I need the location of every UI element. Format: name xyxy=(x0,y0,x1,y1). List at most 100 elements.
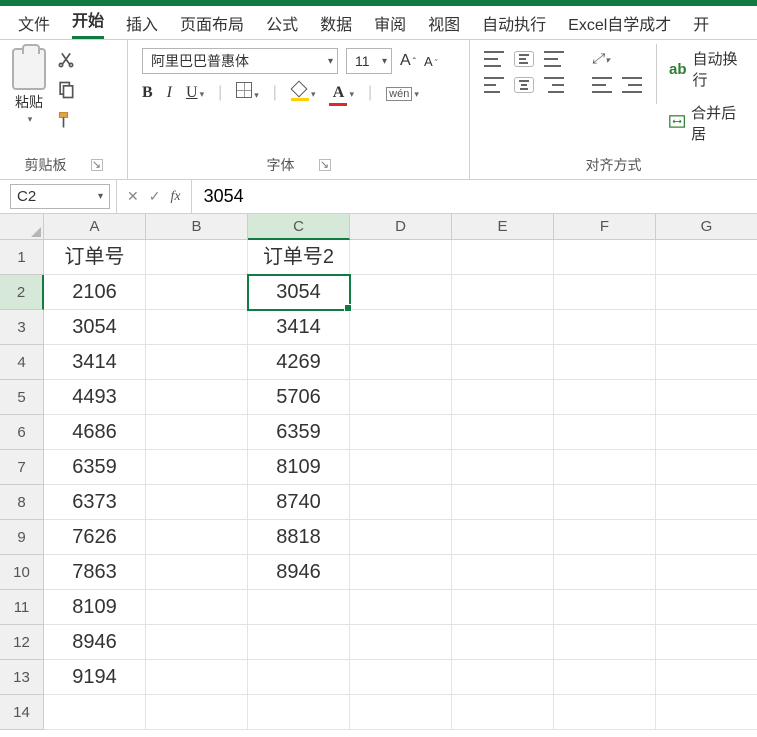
cell[interactable] xyxy=(656,695,757,730)
tab-review[interactable]: 审阅 xyxy=(374,11,406,35)
cell[interactable] xyxy=(350,310,452,345)
border-button[interactable]: ▾ xyxy=(236,82,259,103)
column-header[interactable]: A xyxy=(44,214,146,240)
cell[interactable]: 8818 xyxy=(248,520,350,555)
cell[interactable]: 8740 xyxy=(248,485,350,520)
cell[interactable]: 7626 xyxy=(44,520,146,555)
cell[interactable] xyxy=(350,520,452,555)
cell[interactable]: 6373 xyxy=(44,485,146,520)
cell[interactable] xyxy=(452,520,554,555)
cell[interactable]: 订单号 xyxy=(44,240,146,275)
cell[interactable] xyxy=(350,240,452,275)
cell[interactable] xyxy=(248,625,350,660)
cell[interactable] xyxy=(146,345,248,380)
cell[interactable] xyxy=(452,240,554,275)
enter-formula-button[interactable]: ✓ xyxy=(149,188,161,205)
clipboard-dialog-launcher[interactable]: ↘ xyxy=(91,159,103,171)
cell[interactable]: 8109 xyxy=(44,590,146,625)
cell[interactable] xyxy=(248,590,350,625)
row-header[interactable]: 13 xyxy=(0,660,44,695)
formula-input[interactable] xyxy=(192,180,757,213)
cell[interactable] xyxy=(554,275,656,310)
cell[interactable] xyxy=(554,520,656,555)
align-right-button[interactable] xyxy=(544,77,564,93)
cell[interactable] xyxy=(656,660,757,695)
cell[interactable] xyxy=(350,450,452,485)
fill-color-button[interactable]: ▾ xyxy=(291,83,316,102)
cell[interactable] xyxy=(350,660,452,695)
cell[interactable] xyxy=(350,625,452,660)
row-header[interactable]: 6 xyxy=(0,415,44,450)
cell[interactable] xyxy=(350,415,452,450)
cell[interactable] xyxy=(656,520,757,555)
cell[interactable] xyxy=(350,275,452,310)
cell[interactable] xyxy=(350,555,452,590)
cell[interactable] xyxy=(452,485,554,520)
insert-function-button[interactable]: fx xyxy=(170,189,180,205)
increase-indent-button[interactable] xyxy=(622,77,642,93)
column-header[interactable]: E xyxy=(452,214,554,240)
cell[interactable] xyxy=(656,450,757,485)
cell[interactable]: 4269 xyxy=(248,345,350,380)
column-header[interactable]: F xyxy=(554,214,656,240)
cell[interactable] xyxy=(656,345,757,380)
cell[interactable]: 8109 xyxy=(248,450,350,485)
cell[interactable] xyxy=(554,660,656,695)
cell[interactable] xyxy=(656,380,757,415)
tab-learn[interactable]: Excel自学成才 xyxy=(568,11,671,35)
merge-center-button[interactable]: 合并后居 xyxy=(669,102,745,144)
cell[interactable] xyxy=(554,590,656,625)
cell[interactable] xyxy=(146,555,248,590)
cell[interactable]: 5706 xyxy=(248,380,350,415)
cell[interactable] xyxy=(146,625,248,660)
shrink-font-button[interactable]: Aˇ xyxy=(424,54,438,69)
cell[interactable] xyxy=(146,415,248,450)
tab-layout[interactable]: 页面布局 xyxy=(180,11,244,35)
bold-button[interactable]: B xyxy=(142,84,153,102)
cell[interactable] xyxy=(656,415,757,450)
cell[interactable] xyxy=(554,310,656,345)
tab-dev[interactable]: 开 xyxy=(693,11,709,35)
cell[interactable] xyxy=(452,555,554,590)
column-header[interactable]: G xyxy=(656,214,757,240)
cell[interactable]: 6359 xyxy=(248,415,350,450)
column-header[interactable]: D xyxy=(350,214,452,240)
row-header[interactable]: 7 xyxy=(0,450,44,485)
cell[interactable] xyxy=(656,590,757,625)
cell[interactable]: 9194 xyxy=(44,660,146,695)
cell[interactable] xyxy=(248,695,350,730)
tab-view[interactable]: 视图 xyxy=(428,11,460,35)
cell[interactable] xyxy=(452,590,554,625)
cell[interactable] xyxy=(350,590,452,625)
cell[interactable] xyxy=(554,450,656,485)
cell[interactable]: 3054 xyxy=(44,310,146,345)
cell[interactable]: 4493 xyxy=(44,380,146,415)
spreadsheet-grid[interactable]: ABCDEFG1订单号订单号22210630543305434144341442… xyxy=(0,214,757,730)
cell[interactable] xyxy=(554,695,656,730)
column-header[interactable]: C xyxy=(248,214,350,240)
cell[interactable]: 6359 xyxy=(44,450,146,485)
cell[interactable]: 4686 xyxy=(44,415,146,450)
underline-button[interactable]: U▾ xyxy=(186,84,204,102)
copy-button[interactable] xyxy=(56,80,76,100)
cell[interactable] xyxy=(656,625,757,660)
cell[interactable]: 7863 xyxy=(44,555,146,590)
row-header[interactable]: 11 xyxy=(0,590,44,625)
cell[interactable] xyxy=(656,555,757,590)
cell[interactable] xyxy=(452,310,554,345)
tab-insert[interactable]: 插入 xyxy=(126,11,158,35)
cell[interactable]: 3414 xyxy=(248,310,350,345)
cell[interactable] xyxy=(146,380,248,415)
cell[interactable] xyxy=(146,660,248,695)
cell[interactable] xyxy=(452,625,554,660)
cell[interactable] xyxy=(452,660,554,695)
align-middle-button[interactable] xyxy=(514,51,534,67)
cell[interactable]: 3054 xyxy=(248,275,350,310)
align-top-button[interactable] xyxy=(484,51,504,67)
cell[interactable] xyxy=(146,590,248,625)
paste-button[interactable]: 粘贴 ▾ xyxy=(8,44,50,125)
cell[interactable] xyxy=(554,240,656,275)
cell[interactable] xyxy=(146,695,248,730)
select-all-corner[interactable] xyxy=(0,214,44,240)
cell[interactable] xyxy=(656,310,757,345)
